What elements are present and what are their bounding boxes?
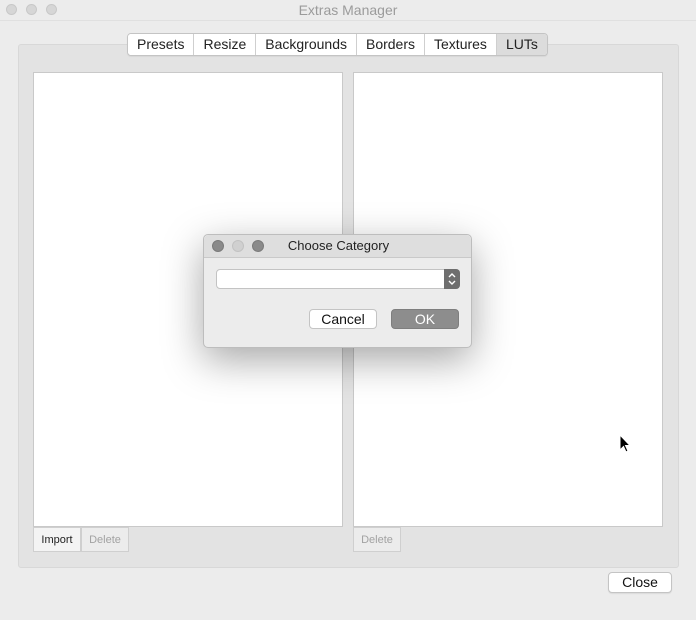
category-select[interactable] — [216, 269, 460, 289]
tab-borders[interactable]: Borders — [356, 34, 426, 55]
tab-backgrounds[interactable]: Backgrounds — [256, 34, 357, 55]
tab-textures[interactable]: Textures — [425, 34, 497, 55]
window-titlebar: Extras Manager — [0, 0, 696, 21]
import-button[interactable]: Import — [33, 527, 81, 552]
window-title: Extras Manager — [298, 2, 398, 18]
close-button[interactable]: Close — [608, 572, 672, 593]
tab-presets[interactable]: Presets — [128, 34, 195, 55]
dialog-title: Choose Category — [287, 238, 390, 253]
chevron-updown-icon[interactable] — [444, 269, 460, 289]
tab-luts[interactable]: LUTs — [496, 34, 547, 55]
left-delete-button[interactable]: Delete — [81, 527, 129, 552]
cancel-button[interactable]: Cancel — [309, 309, 377, 329]
dialog-titlebar: Choose Category — [204, 235, 471, 258]
mouse-cursor-icon — [619, 433, 633, 459]
choose-category-dialog: Choose Category Cancel OK — [203, 234, 472, 348]
right-delete-button[interactable]: Delete — [353, 527, 401, 552]
tab-bar: Presets Resize Backgrounds Borders Textu… — [127, 33, 548, 56]
tab-resize[interactable]: Resize — [194, 34, 257, 55]
ok-button[interactable]: OK — [391, 309, 459, 329]
